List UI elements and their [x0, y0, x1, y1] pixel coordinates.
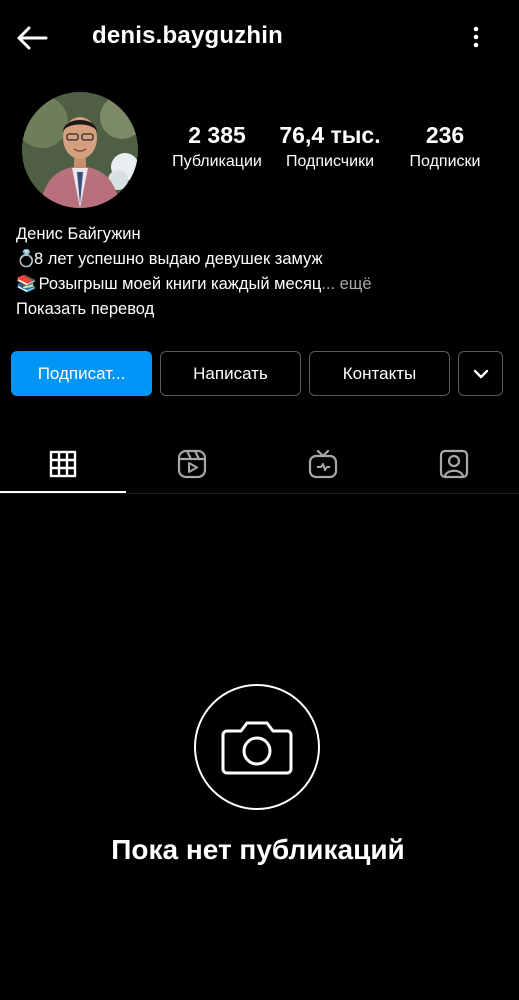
follow-button[interactable]: Подписат... — [11, 351, 152, 396]
message-button[interactable]: Написать — [160, 351, 301, 396]
bio-name: Денис Байгужин — [16, 225, 141, 243]
empty-state-camera — [194, 684, 320, 810]
followers-count-value: 76,4 тыс. — [279, 122, 381, 148]
books-emoji-icon: 📚 — [16, 275, 37, 293]
reels-icon — [177, 449, 206, 479]
tagged-icon — [439, 449, 468, 479]
following-count-label: Подписки — [409, 153, 481, 170]
tab-reels[interactable] — [126, 436, 257, 492]
followers-count-label: Подписчики — [285, 153, 374, 170]
following-count-value: 236 — [425, 122, 465, 148]
followers-count[interactable]: 76,4 тыс. Подписчики — [272, 120, 388, 172]
ring-emoji-icon: 💍 — [16, 250, 37, 268]
suggested-accounts-button[interactable] — [458, 351, 503, 396]
posts-count-value: 2 385 — [188, 122, 246, 148]
posts-count[interactable]: 2 385 Публикации — [162, 120, 272, 172]
bio-line-2: 📚 Розыгрыш моей книги каждый месяц... ещ… — [16, 272, 372, 297]
tab-tagged[interactable] — [388, 436, 519, 492]
show-translation-link[interactable]: Показать перевод — [16, 297, 372, 322]
contacts-button[interactable]: Контакты — [309, 351, 450, 396]
camera-icon — [221, 721, 293, 775]
posts-count-label: Публикации — [172, 153, 262, 170]
tabs-divider — [0, 493, 519, 494]
options-menu-button[interactable] — [462, 22, 490, 52]
igtv-icon — [308, 449, 337, 479]
bio-more-link[interactable]: ... ещё — [321, 275, 371, 293]
profile-username: denis.bayguzhin — [92, 22, 284, 49]
bio-line-1: 💍8 лет успешно выдаю девушек замуж — [16, 247, 372, 272]
bio-line-2-text: Розыгрыш моей книги каждый месяц — [38, 275, 322, 293]
tab-igtv[interactable] — [257, 436, 388, 492]
profile-avatar[interactable] — [22, 92, 138, 208]
more-vertical-icon — [473, 26, 479, 48]
following-count[interactable]: 236 Подписки — [392, 120, 498, 172]
empty-state-text: Пока нет публикаций — [111, 834, 405, 865]
bio-line-1-text: 8 лет успешно выдаю девушек замуж — [34, 250, 323, 268]
avatar-photo — [22, 92, 138, 208]
back-button[interactable] — [14, 20, 50, 56]
tab-posts-grid[interactable] — [0, 436, 126, 492]
grid-icon — [49, 450, 77, 478]
arrow-left-icon — [17, 26, 48, 50]
profile-bio: Денис Байгужин 💍8 лет успешно выдаю деву… — [16, 222, 372, 322]
chevron-down-icon — [473, 369, 488, 378]
